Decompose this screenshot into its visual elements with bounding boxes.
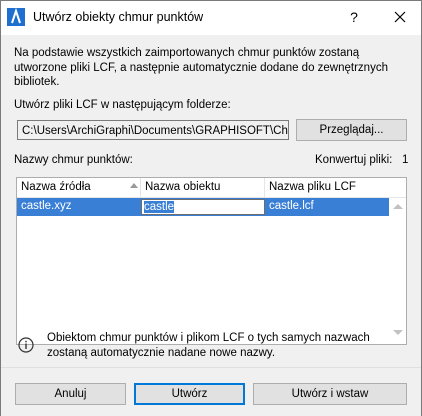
dialog-window: Utwórz obiekty chmur punktów ? Na podsta… <box>0 0 422 416</box>
title-bar[interactable]: Utwórz obiekty chmur punktów ? <box>1 1 421 35</box>
help-button[interactable]: ? <box>344 7 364 27</box>
sort-ascending-icon <box>130 183 138 188</box>
convert-files-label: Konwertuj pliki: <box>315 154 393 166</box>
info-icon <box>18 337 34 353</box>
cancel-button[interactable]: Anuluj <box>15 383 126 405</box>
rename-info-text: Obiektom chmur punktów i plikom LCF o ty… <box>47 332 370 359</box>
lcf-file-name-cell: castle.lcf <box>269 200 314 212</box>
close-button[interactable] <box>388 6 412 28</box>
close-icon <box>394 11 406 23</box>
scroll-up-icon[interactable] <box>393 204 403 209</box>
column-header-label: Nazwa źródła <box>21 181 91 193</box>
folder-label: Utwórz pliki LCF w następującym folderze… <box>14 99 231 111</box>
table-header: Nazwa źródła Nazwa obiektu Nazwa pliku L… <box>17 178 406 198</box>
browse-button[interactable]: Przeglądaj... <box>296 119 407 141</box>
column-header-label: Nazwa pliku LCF <box>269 181 356 193</box>
object-name-input[interactable]: castle <box>141 199 265 215</box>
source-name-cell: castle.xyz <box>21 200 72 212</box>
point-cloud-table[interactable]: Nazwa źródła Nazwa obiektu Nazwa pliku L… <box>16 177 407 345</box>
column-header-label: Nazwa obiektu <box>145 181 221 193</box>
table-scrollbar[interactable] <box>389 198 406 344</box>
dialog-content: Na podstawie wszystkich zaimportowanych … <box>1 35 421 367</box>
point-cloud-names-label: Nazwy chmur punktów: <box>14 154 133 166</box>
column-header-source-name[interactable]: Nazwa źródła <box>17 178 141 197</box>
convert-files-count: 1 <box>402 154 409 166</box>
archicad-logo-icon <box>7 8 25 26</box>
create-button[interactable]: Utwórz <box>134 383 245 405</box>
intro-text: Na podstawie wszystkich zaimportowanych … <box>14 47 388 88</box>
folder-path-field[interactable]: C:\Users\ArchiGraphi\Documents\GRAPHISOF… <box>17 120 289 140</box>
column-header-lcf-file-name[interactable]: Nazwa pliku LCF <box>265 178 389 197</box>
object-name-selected-text: castle <box>144 201 175 213</box>
table-row[interactable]: castle.xyz castle castle.lcf <box>17 198 389 216</box>
window-title: Utwórz obiekty chmur punktów <box>33 10 204 24</box>
create-and-insert-button[interactable]: Utwórz i wstaw <box>253 383 407 405</box>
dialog-footer: Anuluj Utwórz Utwórz i wstaw <box>1 367 421 416</box>
column-header-object-name[interactable]: Nazwa obiektu <box>141 178 265 197</box>
